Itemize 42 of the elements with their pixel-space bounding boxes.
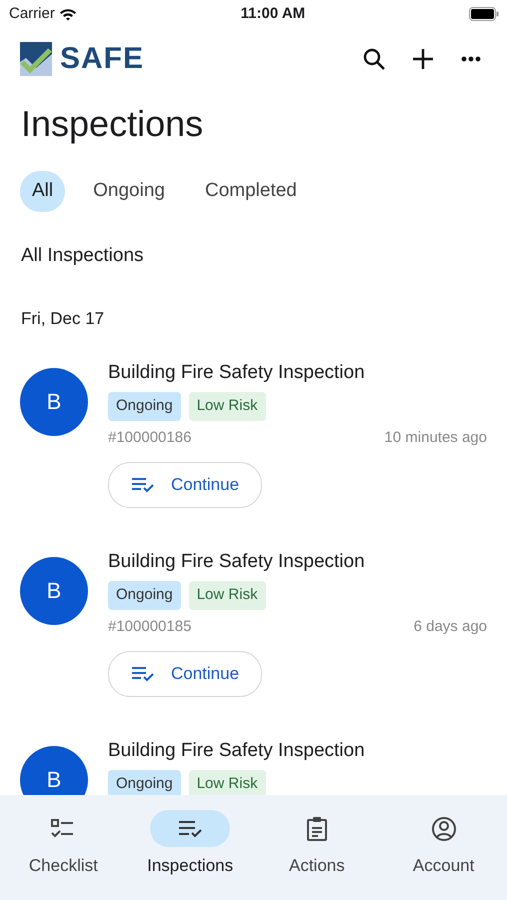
status-tag: Ongoing	[108, 770, 181, 795]
filter-chip[interactable]: Completed	[192, 171, 309, 212]
section-title: All Inspections	[21, 244, 145, 268]
nav-tab[interactable]: Account	[380, 810, 507, 900]
account-icon	[430, 816, 457, 842]
checklist-lines-icon	[131, 666, 155, 682]
inspection-title[interactable]: Building Fire Safety Inspection	[108, 550, 487, 574]
clipboard-icon	[306, 816, 328, 842]
inspection-number: #100000185	[108, 616, 192, 637]
carrier-label: Carrier	[9, 4, 55, 24]
status-tag: Ongoing	[108, 581, 181, 610]
inspection-time: 6 days ago	[414, 616, 487, 637]
avatar: B	[20, 746, 88, 795]
nav-tab[interactable]: Actions	[254, 810, 380, 900]
logo-text: SAFE	[60, 44, 144, 74]
avatar: B	[20, 556, 88, 625]
risk-tag: Low Risk	[188, 581, 266, 610]
continue-button[interactable]: Continue	[108, 462, 262, 508]
inspection-title[interactable]: Building Fire Safety Inspection	[108, 362, 487, 384]
plus-icon	[413, 49, 433, 69]
more-icon	[461, 56, 481, 62]
logo-icon	[20, 42, 52, 76]
status-tag: Ongoing	[108, 392, 181, 421]
wifi-icon	[58, 8, 77, 20]
list-check-icon	[177, 820, 204, 838]
checklist-lines-icon	[131, 477, 155, 494]
search-icon	[363, 48, 385, 70]
filter-chip[interactable]: All	[20, 171, 66, 212]
nav-tab[interactable]: Checklist	[0, 810, 127, 900]
continue-button[interactable]: Continue	[108, 651, 262, 697]
page-title: Inspections	[21, 102, 204, 146]
risk-tag: Low Risk	[188, 392, 266, 421]
inspection-title[interactable]: Building Fire Safety Inspection	[108, 740, 487, 762]
inspection-time: 10 minutes ago	[384, 428, 487, 448]
status-time: 11:00 AM	[240, 4, 306, 24]
date-header: Fri, Dec 17	[21, 308, 106, 330]
avatar: B	[20, 368, 88, 436]
inspection-number: #100000186	[108, 428, 192, 448]
risk-tag: Low Risk	[188, 770, 266, 795]
battery-icon	[468, 7, 499, 21]
nav-tab[interactable]: Inspections	[126, 810, 254, 900]
filter-chip[interactable]: Ongoing	[81, 171, 177, 212]
